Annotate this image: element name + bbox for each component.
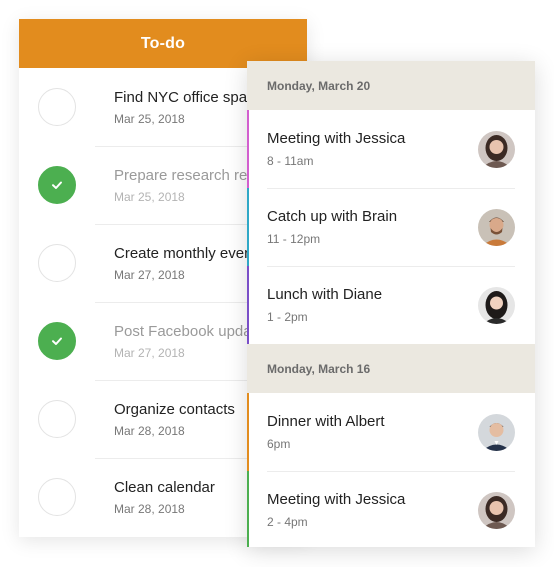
- todo-date: Mar 25, 2018: [114, 111, 185, 126]
- event-color-bar: [247, 393, 249, 471]
- avatar: [478, 413, 515, 451]
- event-color-bar: [247, 188, 249, 266]
- avatar: [478, 286, 515, 324]
- todo-checkbox[interactable]: [38, 478, 76, 516]
- day-header: Monday, March 16: [247, 344, 535, 393]
- todo-checkbox[interactable]: [38, 244, 76, 282]
- todo-date: Mar 27, 2018: [114, 267, 185, 282]
- todo-checkbox[interactable]: [38, 322, 76, 360]
- todo-title: Clean calendar: [114, 478, 215, 496]
- event-item[interactable]: Meeting with Jessica 2 - 4pm: [247, 471, 535, 547]
- avatar: [478, 491, 515, 529]
- checkmark-icon: [52, 181, 62, 189]
- event-color-bar: [247, 266, 249, 344]
- event-color-bar: [247, 471, 249, 547]
- event-time: 6pm: [267, 437, 291, 451]
- todo-checkbox[interactable]: [38, 88, 76, 126]
- calendar-card: Monday, March 20 Meeting with Jessica 8 …: [247, 61, 535, 547]
- avatar: [478, 208, 515, 246]
- event-title: Meeting with Jessica: [267, 491, 406, 508]
- todo-title: Create monthly event: [114, 244, 257, 262]
- checkmark-icon: [52, 337, 62, 345]
- todo-title: Find NYC office space: [114, 88, 263, 106]
- event-title: Dinner with Albert: [267, 413, 385, 430]
- event-time: 11 - 12pm: [267, 232, 321, 246]
- todo-checkbox[interactable]: [38, 400, 76, 438]
- event-item[interactable]: Dinner with Albert 6pm: [247, 393, 535, 471]
- todo-date: Mar 28, 2018: [114, 501, 185, 516]
- day-header: Monday, March 20: [247, 61, 535, 110]
- event-time: 1 - 2pm: [267, 310, 308, 324]
- event-time: 8 - 11am: [267, 154, 314, 168]
- todo-checkbox[interactable]: [38, 166, 76, 204]
- avatar: [478, 130, 515, 168]
- event-item[interactable]: Catch up with Brain 11 - 12pm: [247, 188, 535, 266]
- todo-title: Post Facebook update: [114, 322, 265, 340]
- event-time: 2 - 4pm: [267, 515, 308, 529]
- event-item[interactable]: Meeting with Jessica 8 - 11am: [247, 110, 535, 188]
- event-color-bar: [247, 110, 249, 188]
- event-title: Meeting with Jessica: [267, 130, 406, 147]
- event-title: Catch up with Brain: [267, 208, 398, 225]
- event-title: Lunch with Diane: [267, 286, 383, 303]
- event-item[interactable]: Lunch with Diane 1 - 2pm: [247, 266, 535, 344]
- todo-date: Mar 28, 2018: [114, 423, 185, 438]
- todo-date: Mar 27, 2018: [114, 345, 185, 360]
- todo-title: Organize contacts: [114, 400, 235, 418]
